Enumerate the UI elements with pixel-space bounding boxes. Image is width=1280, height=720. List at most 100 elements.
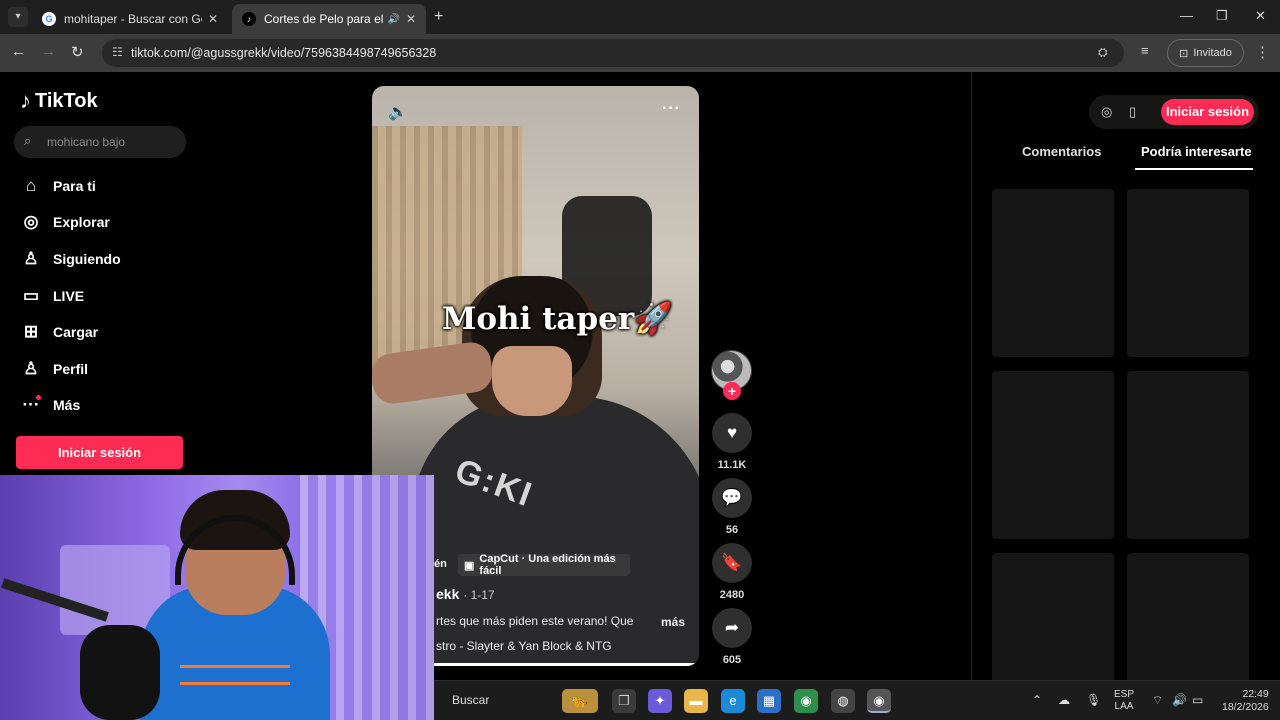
chrome-icon[interactable]: ◉	[794, 689, 818, 713]
video-music[interactable]: stro - Slayter & Yan Block & NTG	[436, 639, 612, 653]
capcut-chip[interactable]: ▣ CapCut · Una edición más fácil	[458, 553, 630, 577]
video-thumbnail[interactable]	[1127, 371, 1249, 539]
sidebar-item-label: Perfil	[53, 361, 89, 377]
close-icon[interactable]: ✕	[208, 12, 218, 26]
taskbar-search[interactable]: Buscar	[438, 693, 489, 707]
tab-comentarios[interactable]: Comentarios	[1022, 144, 1101, 159]
copilot-icon[interactable]: ✦	[648, 689, 672, 713]
battery-icon[interactable]: ▭	[1192, 693, 1203, 707]
login-button-top[interactable]: Iniciar sesión	[1161, 99, 1254, 125]
taskbar: Buscar 🐆 ❐ ✦ ▬ e ▦ ◉ ◍ ◉ ⌃ ☁ 🎙 ESP LAA ⌔…	[434, 680, 1280, 720]
media-control-icon[interactable]: ≡	[1141, 43, 1149, 58]
sidebar-item-label: Para ti	[53, 178, 96, 194]
reload-icon[interactable]: ↻	[71, 43, 84, 61]
sidebar-item-label: Siguiendo	[53, 251, 121, 267]
language-label: ESP	[1114, 689, 1135, 700]
profile-button[interactable]: ⊡ Invitado	[1167, 39, 1244, 67]
profile-icon: ⊡	[1179, 47, 1189, 60]
sidebar-item-explorar[interactable]: ◎ Explorar	[20, 208, 110, 236]
browser-tab-bar: ▾ G mohitaper - Buscar con Google ✕ ♪ Co…	[0, 0, 1280, 34]
sidebar-item-live[interactable]: ▭ LIVE	[20, 282, 84, 310]
speaker-icon[interactable]: 🔊	[387, 14, 399, 25]
comment-count: 56	[725, 524, 739, 536]
follow-plus-icon[interactable]: +	[723, 382, 741, 400]
app-icon[interactable]: ◍	[831, 689, 855, 713]
compass-icon: ◎	[23, 212, 39, 231]
sidebar-item-perfil[interactable]: ♙ Perfil	[20, 355, 88, 383]
edge-icon[interactable]: e	[721, 689, 745, 713]
top-actions: ◎ ▯ Iniciar sesión	[1089, 95, 1259, 129]
restore-icon[interactable]: ❐	[1216, 8, 1228, 24]
minimize-icon[interactable]: —	[1180, 8, 1193, 23]
tiktok-icon: ♪	[242, 12, 256, 26]
heart-icon[interactable]: ♥	[712, 413, 752, 453]
site-info-icon[interactable]: ☷	[112, 45, 123, 59]
search-placeholder: mohicano bajo	[47, 135, 126, 149]
bookmark-icon[interactable]: 🔖	[712, 543, 752, 583]
google-icon: G	[42, 12, 56, 26]
tab-title: Cortes de Pelo para el Vera	[264, 12, 384, 26]
close-window-icon[interactable]: ✕	[1255, 8, 1266, 24]
capcut-icon: ▣	[464, 559, 475, 572]
volume-icon[interactable]: 🔊	[1172, 693, 1187, 707]
post-date: · 1-17	[463, 588, 495, 602]
widget-icon[interactable]: 🐆	[562, 689, 598, 713]
address-bar[interactable]: ☷ tiktok.com/@agussgrekk/video/759638449…	[102, 39, 1124, 67]
chrome-active-icon[interactable]: ◉	[867, 689, 891, 713]
back-icon[interactable]: ←	[11, 43, 26, 60]
video-thumbnail[interactable]	[992, 371, 1114, 539]
url-text: tiktok.com/@agussgrekk/video/75963844987…	[131, 46, 437, 60]
tab-tiktok[interactable]: ♪ Cortes de Pelo para el Vera 🔊 ✕	[232, 4, 426, 34]
clock[interactable]: 22:49 18/2/2026	[1222, 688, 1269, 714]
sidebar-item-cargar[interactable]: ⊞ Cargar	[20, 318, 98, 346]
close-icon[interactable]: ✕	[406, 12, 416, 26]
webcam-overlay	[0, 475, 434, 720]
clock-date: 18/2/2026	[1222, 701, 1269, 713]
sidebar-item-mas[interactable]: ··· Más	[20, 391, 80, 419]
home-icon: ⌂	[25, 176, 37, 195]
microphone-icon[interactable]: 🎙	[1086, 693, 1101, 707]
profile-icon: ♙	[23, 359, 39, 378]
description-more-link[interactable]: más	[661, 615, 685, 629]
volume-icon[interactable]: 🔈	[388, 102, 408, 122]
notification-dot	[36, 395, 41, 400]
sidebar-item-label: Cargar	[53, 324, 99, 340]
login-button[interactable]: Iniciar sesión	[16, 436, 183, 469]
video-author[interactable]: ekk · 1-17	[436, 586, 495, 602]
capcut-label: CapCut · Una edición más fácil	[479, 553, 616, 577]
like-count: 11.1K	[717, 459, 747, 471]
file-explorer-icon[interactable]: ▬	[684, 689, 708, 713]
language-indicator[interactable]: ESP LAA	[1114, 689, 1134, 713]
share-icon[interactable]: ➦	[712, 608, 752, 648]
new-tab-button[interactable]: +	[434, 8, 443, 26]
share-count: 605	[722, 654, 742, 666]
chevron-up-icon[interactable]: ⌃	[1032, 693, 1042, 707]
search-input[interactable]: ⌕ mohicano bajo	[14, 126, 186, 158]
task-view-icon[interactable]: ❐	[612, 689, 636, 713]
video-thumbnail[interactable]	[992, 189, 1114, 357]
phone-icon[interactable]: ▯	[1129, 104, 1136, 120]
onedrive-icon[interactable]: ☁	[1058, 693, 1070, 707]
more-options-icon[interactable]: ···	[662, 100, 681, 118]
following-icon: ♙	[23, 249, 39, 268]
video-thumbnail[interactable]	[1127, 189, 1249, 357]
profile-label: Invitado	[1193, 47, 1232, 59]
store-icon[interactable]: ▦	[757, 689, 781, 713]
browser-menu-icon[interactable]: ⋮	[1255, 43, 1270, 61]
tab-title: mohitaper - Buscar con Google	[64, 12, 202, 26]
tab-podria-interesarte[interactable]: Podría interesarte	[1141, 144, 1252, 159]
forward-icon[interactable]: →	[41, 43, 56, 60]
translate-icon[interactable]: ⛭	[1098, 45, 1108, 60]
tab-search-icon[interactable]: ▾	[8, 7, 28, 27]
live-icon: ▭	[22, 286, 40, 305]
tiktok-logo[interactable]: ♪ TikTok	[20, 88, 98, 114]
compass-icon[interactable]: ◎	[1101, 104, 1112, 120]
browser-toolbar: ← → ↻ ☷ tiktok.com/@agussgrekk/video/759…	[0, 34, 1280, 72]
screen: ▾ G mohitaper - Buscar con Google ✕ ♪ Co…	[0, 0, 1280, 720]
sidebar-item-para-ti[interactable]: ⌂ Para ti	[20, 172, 96, 200]
tab-google-search[interactable]: G mohitaper - Buscar con Google ✕	[32, 4, 228, 34]
sidebar-item-siguiendo[interactable]: ♙ Siguiendo	[20, 245, 121, 273]
chip-prefix: én	[434, 558, 447, 570]
wifi-icon[interactable]: ⌔	[1152, 693, 1163, 708]
comment-icon[interactable]: 💬	[712, 478, 752, 518]
